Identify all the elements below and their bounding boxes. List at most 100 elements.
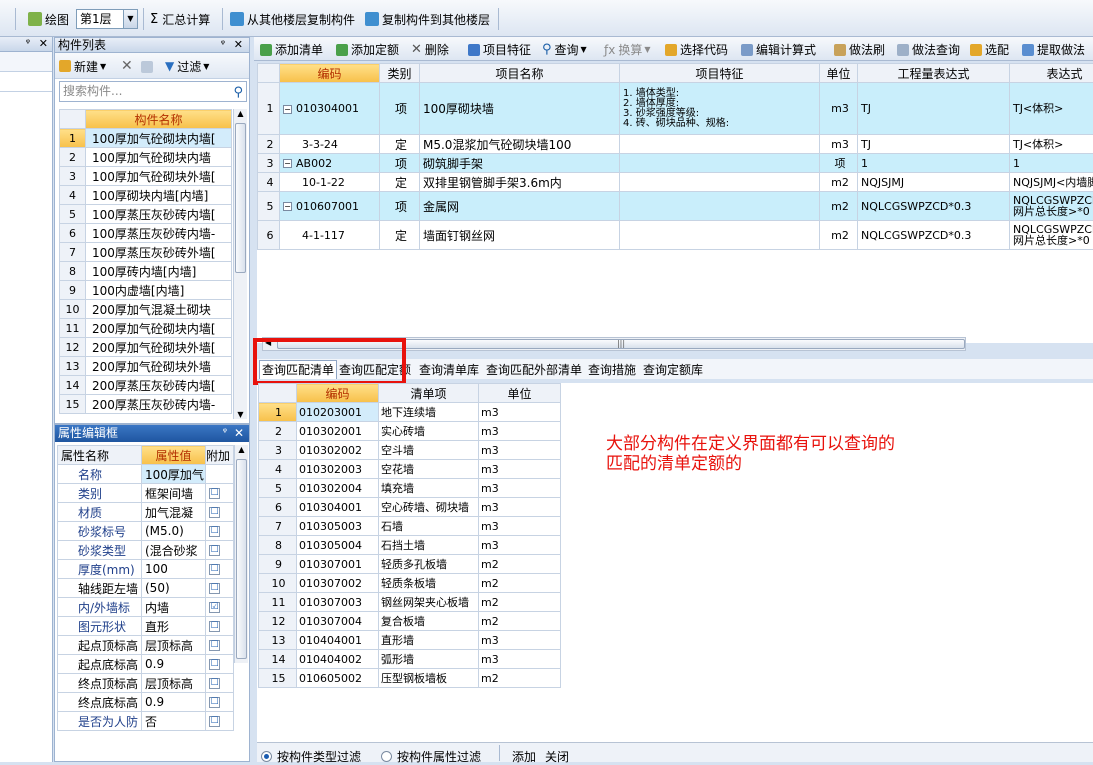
property-scrollbar[interactable]: ▲: [234, 445, 248, 663]
component-row[interactable]: 10200厚加气混凝土砌块: [60, 300, 232, 319]
match-list-row[interactable]: 13010404001直形墙m3: [259, 631, 561, 650]
quota-cell-desc[interactable]: 1: [1010, 154, 1093, 173]
quota-column-header[interactable]: 工程量表达式: [858, 64, 1010, 83]
match-list-row[interactable]: 10010307002轻质条板墙m2: [259, 574, 561, 593]
match-list-row[interactable]: 14010404002弧形墙m3: [259, 650, 561, 669]
quota-cell-num[interactable]: 4: [258, 173, 280, 192]
component-name[interactable]: 100厚砖内墙[内墙]: [86, 262, 232, 281]
quota-cell-name[interactable]: 双排里钢管脚手架3.6m内: [420, 173, 620, 192]
match-code[interactable]: 010605002: [297, 669, 379, 688]
checkbox-icon[interactable]: ☐: [209, 697, 220, 708]
match-code[interactable]: 010302004: [297, 479, 379, 498]
component-name[interactable]: 200厚蒸压灰砂砖内墙[: [86, 376, 232, 395]
property-value[interactable]: 直形: [142, 617, 206, 636]
quota-cell-type[interactable]: 定: [380, 221, 420, 250]
quota-cell-feature[interactable]: [620, 135, 820, 154]
component-row[interactable]: 3100厚加气砼砌块外墙[: [60, 167, 232, 186]
property-row[interactable]: 终点底标高0.9☐: [58, 693, 234, 712]
match-list-item[interactable]: 空斗墙: [379, 441, 479, 460]
quota-cell-desc[interactable]: NQJSJMJ<内墙脚: [1010, 173, 1093, 192]
add-quota-button[interactable]: 添加定额: [336, 41, 399, 58]
property-value[interactable]: (M5.0): [142, 522, 206, 541]
match-code[interactable]: 010302003: [297, 460, 379, 479]
checkbox-icon[interactable]: ☐: [209, 716, 220, 727]
property-row[interactable]: 起点顶标高层顶标高☐: [58, 636, 234, 655]
match-code[interactable]: 010404001: [297, 631, 379, 650]
component-row[interactable]: 13200厚加气砼砌块外墙: [60, 357, 232, 376]
quota-cell-desc[interactable]: NQLCGSWPZCD<内 网片总长度>*0: [1010, 221, 1093, 250]
property-value[interactable]: 否: [142, 712, 206, 731]
quota-cell-feature[interactable]: [620, 173, 820, 192]
component-row[interactable]: 11200厚加气砼砌块内墙[: [60, 319, 232, 338]
match-list-item[interactable]: 轻质条板墙: [379, 574, 479, 593]
edit-formula-button[interactable]: 编辑计算式: [741, 41, 816, 58]
property-extra[interactable]: ☐: [206, 693, 234, 712]
property-row[interactable]: 砂浆类型(混合砂浆☐: [58, 541, 234, 560]
unit-header[interactable]: 单位: [479, 384, 561, 403]
tab-query-list-library[interactable]: 查询清单库: [419, 361, 479, 378]
method-query-button[interactable]: 做法查询: [897, 41, 960, 58]
component-row[interactable]: 4100厚砌块内墙[内墙]: [60, 186, 232, 205]
scroll-thumb[interactable]: [236, 459, 247, 659]
filter-by-type-radio[interactable]: 按构件类型过滤: [261, 747, 361, 765]
component-row[interactable]: 1100厚加气砼砌块内墙[: [60, 129, 232, 148]
column-header[interactable]: 构件名称: [86, 110, 232, 129]
match-list-row[interactable]: 2010302001实心砖墙m3: [259, 422, 561, 441]
match-list-item[interactable]: 空花墙: [379, 460, 479, 479]
scroll-down-icon[interactable]: ▼: [234, 410, 247, 419]
quota-cell-name[interactable]: 墙面钉钢丝网: [420, 221, 620, 250]
item-feature-button[interactable]: 项目特征: [468, 41, 531, 58]
new-component-button[interactable]: 新建 ▼: [59, 57, 106, 75]
quota-cell-type[interactable]: 定: [380, 135, 420, 154]
match-list-item[interactable]: 填充墙: [379, 479, 479, 498]
match-unit[interactable]: m2: [479, 555, 561, 574]
convert-button[interactable]: ƒx换算▼: [604, 41, 651, 58]
component-name[interactable]: 100厚加气砼砌块内墙[: [86, 129, 232, 148]
quota-cell-feature[interactable]: 1. 墙体类型: 2. 墙体厚度: 3. 砂浆强度等级: 4. 砖、砌块品种、规…: [620, 83, 820, 135]
quota-cell-unit[interactable]: m2: [820, 173, 858, 192]
property-row[interactable]: 图元形状直形☐: [58, 617, 234, 636]
quota-cell-name[interactable]: 金属网: [420, 192, 620, 221]
list-item-header[interactable]: 清单项: [379, 384, 479, 403]
property-value[interactable]: 层顶标高: [142, 636, 206, 655]
quota-cell-num[interactable]: 3: [258, 154, 280, 173]
copy-from-floor-button[interactable]: 从其他楼层复制构件: [230, 10, 355, 28]
quota-column-header[interactable]: 表达式: [1010, 64, 1093, 83]
component-name[interactable]: 100厚加气砼砌块外墙[: [86, 167, 232, 186]
property-extra[interactable]: ☐: [206, 655, 234, 674]
select-code-button[interactable]: 选择代码: [665, 41, 728, 58]
property-row[interactable]: 起点底标高0.9☐: [58, 655, 234, 674]
match-list-item[interactable]: 压型钢板墙板: [379, 669, 479, 688]
quota-cell-code[interactable]: −010607001: [280, 192, 380, 221]
match-list-row[interactable]: 15010605002压型钢板墙板m2: [259, 669, 561, 688]
collapse-icon[interactable]: −: [283, 202, 292, 211]
quota-cell-unit[interactable]: m3: [820, 83, 858, 135]
match-list-item[interactable]: 钢丝网架夹心板墙: [379, 593, 479, 612]
copy-icon[interactable]: [141, 58, 156, 76]
match-list-item[interactable]: 空心砖墙、砌块墙: [379, 498, 479, 517]
property-value[interactable]: 100厚加气: [142, 465, 206, 484]
property-extra[interactable]: ☐: [206, 674, 234, 693]
method-brush-button[interactable]: 做法刷: [834, 41, 885, 58]
quota-cell-expr[interactable]: TJ: [858, 135, 1010, 154]
draw-button[interactable]: 绘图: [28, 10, 69, 28]
pin-icon[interactable]: ᵠ: [26, 37, 30, 51]
property-row[interactable]: 砂浆标号(M5.0)☐: [58, 522, 234, 541]
property-row[interactable]: 名称100厚加气: [58, 465, 234, 484]
property-extra[interactable]: [206, 465, 234, 484]
property-row[interactable]: 厚度(mm)100☐: [58, 560, 234, 579]
quota-cell-name[interactable]: 100厚砌块墙: [420, 83, 620, 135]
close-button[interactable]: 关闭: [545, 747, 569, 765]
scroll-thumb[interactable]: [235, 123, 246, 273]
match-unit[interactable]: m3: [479, 536, 561, 555]
match-code[interactable]: 010307004: [297, 612, 379, 631]
tab-query-measures[interactable]: 查询措施: [588, 361, 636, 378]
component-name[interactable]: 100内虚墙[内墙]: [86, 281, 232, 300]
code-header[interactable]: 编码: [297, 384, 379, 403]
quota-cell-code[interactable]: 4-1-117: [280, 221, 380, 250]
search-icon[interactable]: ⚲: [233, 83, 243, 102]
component-name[interactable]: 200厚加气砼砌块外墙[: [86, 338, 232, 357]
collapse-icon[interactable]: −: [283, 159, 292, 168]
quota-cell-desc[interactable]: NQLCGSWPZCD<内 网片总长度>*0: [1010, 192, 1093, 221]
checkbox-icon[interactable]: ☐: [209, 507, 220, 518]
